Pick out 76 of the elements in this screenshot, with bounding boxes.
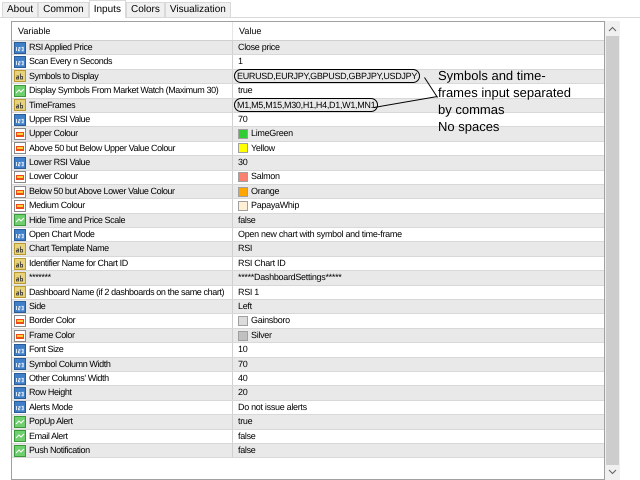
variable-name: Email Alert (29, 430, 68, 442)
variable-name: Other Columns' Width (29, 372, 109, 385)
scroll-down-icon[interactable] (608, 469, 617, 475)
tab[interactable]: Visualization (164, 2, 231, 17)
value-text[interactable]: Open new chart with symbol and time-frame (238, 228, 402, 242)
variable-name: ******* (29, 271, 51, 284)
variable-name: Below 50 but Above Lower Value Colour (29, 184, 175, 198)
variable-name: Symbol Column Width (29, 358, 110, 371)
scrollbar[interactable] (605, 21, 620, 480)
value-text[interactable]: LimeGreen (251, 127, 293, 141)
value-text[interactable]: RSI (238, 242, 252, 256)
value-text[interactable]: false (238, 214, 256, 228)
variable-name: Hide Time and Price Scale (29, 214, 126, 227)
value-text[interactable]: Close price (238, 40, 280, 54)
variable-name: Lower Colour (29, 170, 78, 184)
value-text[interactable]: true (238, 415, 252, 429)
variable-name: Frame Color (29, 328, 75, 342)
variable-name: Side (29, 300, 46, 313)
variable-name: Chart Template Name (29, 242, 109, 256)
value-text[interactable]: RSI 1 (238, 286, 260, 300)
variable-name: Dashboard Name (if 2 dashboards on the same chart) (29, 286, 224, 299)
scroll-thumb[interactable] (606, 36, 619, 465)
value-text[interactable]: false (238, 430, 256, 443)
value-text[interactable]: 10 (238, 343, 248, 357)
text-type-icon (14, 99, 26, 112)
variable-name: Medium Colour (29, 199, 85, 212)
value-text[interactable]: 40 (238, 372, 248, 386)
variable-name: Symbols to Display (29, 70, 98, 83)
variable-name: Upper Colour (29, 127, 78, 140)
text-type-icon (14, 272, 26, 284)
value-text[interactable]: *****DashboardSettings***** (238, 271, 342, 285)
value-text[interactable]: 70 (238, 112, 248, 126)
variable-name: PopUp Alert (29, 415, 73, 428)
variable-name: Alerts Mode (29, 400, 73, 414)
column-header[interactable]: Variable (12, 22, 233, 40)
value-text[interactable]: Left (238, 300, 252, 314)
value-text[interactable]: RSI Chart ID (238, 256, 286, 270)
variable-name: Identifier Name for Chart ID (29, 256, 128, 270)
variable-name: Push Notification (29, 444, 90, 457)
variable-name: Above 50 but Below Upper Value Colour (29, 142, 176, 155)
variable-name: TimeFrames (29, 98, 76, 112)
text-type-icon (14, 243, 26, 256)
value-text[interactable]: Do not issue alerts (238, 400, 307, 414)
variable-name: Row Height (29, 386, 72, 400)
variable-name: Display Symbols From Market Watch (Maximum 30) (29, 84, 218, 98)
tab[interactable]: Common (38, 2, 89, 17)
value-text[interactable]: 70 (238, 358, 248, 372)
variable-name: Border Color (29, 314, 76, 328)
tab[interactable]: Inputs (88, 0, 126, 18)
scroll-up-icon[interactable] (608, 26, 617, 32)
variable-name: Open Chart Mode (29, 228, 95, 242)
tab[interactable]: About (2, 2, 38, 17)
value-text[interactable]: PapayaWhip (251, 199, 300, 213)
variable-name: Upper RSI Value (29, 112, 90, 126)
value-text[interactable]: false (238, 444, 256, 458)
variable-name: RSI Applied Price (29, 40, 92, 54)
variable-name: Font Size (29, 343, 64, 356)
variable-name: Scan Every n Seconds (29, 55, 112, 68)
value-text[interactable]: 1 (238, 55, 243, 69)
value-text[interactable]: true (238, 84, 252, 98)
column-header[interactable]: Value (233, 22, 604, 40)
tab[interactable]: Colors (126, 2, 165, 17)
text-type-icon (14, 286, 26, 298)
variable-name: Lower RSI Value (29, 156, 90, 170)
text-type-icon (14, 258, 26, 270)
annotation-text: Symbols and time- frames input separated by commas No spaces (438, 67, 571, 135)
value-text[interactable]: Salmon (251, 170, 280, 184)
value-text[interactable]: 30 (238, 156, 248, 170)
value-text[interactable]: EURUSD,EURJPY,GBPUSD,GBPJPY,USDJPY (234, 69, 420, 84)
value-text[interactable]: M1,M5,M15,M30,H1,H4,D1,W1,MN1 (234, 98, 378, 112)
value-text[interactable]: Yellow (251, 142, 275, 156)
value-text[interactable]: Silver (251, 328, 272, 342)
value-text[interactable]: 20 (238, 386, 248, 400)
value-text[interactable]: Gainsboro (251, 314, 290, 328)
text-type-icon (14, 70, 26, 82)
value-text[interactable]: Orange (251, 184, 280, 198)
